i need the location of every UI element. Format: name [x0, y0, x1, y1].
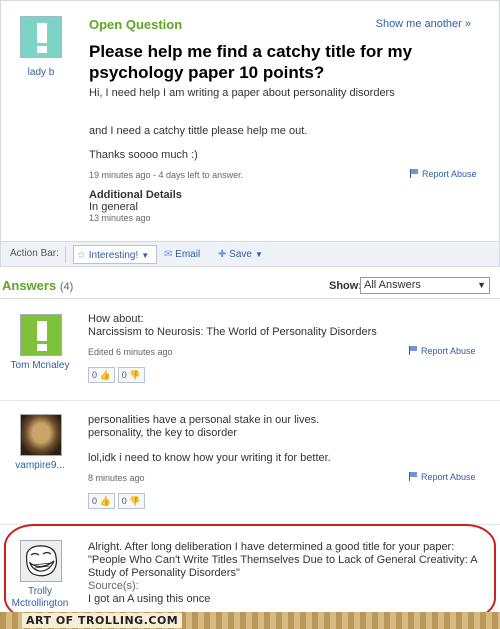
- answers-heading: Answers (4): [2, 278, 73, 293]
- additional-details-meta: 13 minutes ago: [89, 213, 151, 223]
- answer-text-line: personalities have a personal stake in o…: [88, 414, 320, 426]
- avatar-exclamation-dot: [37, 46, 47, 53]
- show-filter-label: Show:: [329, 280, 362, 292]
- report-abuse-link[interactable]: Report Abuse: [410, 169, 477, 179]
- plus-icon: ✚: [218, 249, 230, 260]
- thumbs-down-count: 0: [121, 496, 127, 506]
- flag-icon: [409, 346, 417, 355]
- save-button[interactable]: ✚ Save ▼: [218, 245, 263, 264]
- question-body-line: Hi, I need help I am writing a paper abo…: [89, 87, 395, 99]
- answers-count: (4): [59, 281, 74, 293]
- save-label: Save: [229, 249, 252, 260]
- interesting-button[interactable]: ☆ Interesting! ▼: [73, 245, 157, 264]
- question-meta: 19 minutes ago - 4 days left to answer.: [89, 170, 244, 180]
- answer-text-line: personality, the key to disorder: [88, 427, 237, 439]
- report-abuse-link[interactable]: Report Abuse: [409, 346, 476, 356]
- additional-details-body: In general: [89, 201, 138, 213]
- answers-divider: [0, 298, 500, 299]
- thumbs-up-count: 0: [92, 370, 98, 380]
- avatar-exclamation-icon: [37, 321, 47, 341]
- avatar-exclamation-icon: [37, 23, 47, 43]
- flag-icon: [410, 169, 418, 178]
- question-panel: lady b Open Question Show me another » P…: [0, 0, 500, 242]
- chevron-down-icon: ▼: [254, 250, 263, 259]
- question-type-label: Open Question: [89, 17, 183, 32]
- thumbs-down-count: 0: [121, 370, 127, 380]
- question-avatar[interactable]: [20, 16, 62, 58]
- action-bar-divider: [65, 246, 66, 263]
- action-bar-label: Action Bar:: [10, 248, 59, 259]
- thumbs-down-icon: 👎: [129, 370, 141, 380]
- footer-banner: ART OF TROLLING.COM: [0, 612, 500, 629]
- answer-username[interactable]: vampire9...: [8, 460, 72, 472]
- email-icon: ✉: [164, 249, 176, 260]
- question-body-line: and I need a catchy tittle please help m…: [89, 125, 308, 137]
- answer-username[interactable]: Tom Mcnaley: [8, 360, 72, 372]
- question-title: Please help me find a catchy title for m…: [89, 42, 413, 82]
- answer-text-line: How about:: [88, 313, 144, 325]
- thumbs-down-button[interactable]: 0 👎: [117, 493, 145, 509]
- action-bar: Action Bar: ☆ Interesting! ▼ ✉ Email ✚ Sa…: [0, 242, 500, 267]
- interesting-label: Interesting!: [88, 250, 139, 261]
- show-filter-select[interactable]: All Answers ▼: [360, 277, 490, 294]
- footer-brand: ART OF TROLLING.COM: [22, 613, 183, 628]
- avatar-exclamation-dot: [37, 344, 47, 351]
- show-filter-value: All Answers: [364, 279, 421, 291]
- thumbs-down-icon: 👎: [129, 496, 141, 506]
- thumbs-up-count: 0: [92, 496, 98, 506]
- thumbs-down-button[interactable]: 0 👎: [117, 367, 145, 383]
- thumbs-up-icon: 👍: [99, 496, 111, 506]
- additional-details-title: Additional Details: [89, 189, 182, 201]
- question-body-line: Thanks soooo much :): [89, 149, 198, 161]
- answer-avatar[interactable]: [20, 314, 62, 356]
- vote-controls: 0 👍 0 👎: [88, 493, 148, 509]
- answers-title: Answers: [2, 278, 57, 293]
- thumbs-up-button[interactable]: 0 👍: [88, 493, 115, 509]
- report-abuse-link[interactable]: Report Abuse: [409, 472, 476, 482]
- email-button[interactable]: ✉ Email: [164, 245, 200, 264]
- chevron-down-icon: ▼: [477, 280, 486, 290]
- star-icon: ☆: [77, 250, 89, 261]
- report-abuse-label: Report Abuse: [422, 169, 477, 179]
- answer-meta: 8 minutes ago: [88, 473, 145, 483]
- question-username[interactable]: lady b: [11, 67, 71, 78]
- answer-avatar[interactable]: [20, 414, 62, 456]
- report-abuse-label: Report Abuse: [421, 472, 476, 482]
- show-another-link[interactable]: Show me another »: [376, 18, 471, 30]
- thumbs-up-button[interactable]: 0 👍: [88, 367, 115, 383]
- report-abuse-label: Report Abuse: [421, 346, 476, 356]
- answer-text-line: lol,idk i need to know how your writing …: [88, 452, 331, 464]
- answer-meta: Edited 6 minutes ago: [88, 347, 173, 357]
- vote-controls: 0 👍 0 👎: [88, 367, 148, 383]
- answer-text-line: Narcissism to Neurosis: The World of Per…: [88, 326, 377, 338]
- flag-icon: [409, 472, 417, 481]
- thumbs-up-icon: 👍: [99, 370, 111, 380]
- answer-separator: [0, 400, 500, 401]
- email-label: Email: [175, 249, 201, 260]
- chevron-down-icon: ▼: [141, 251, 150, 260]
- highlight-circle: [4, 524, 496, 620]
